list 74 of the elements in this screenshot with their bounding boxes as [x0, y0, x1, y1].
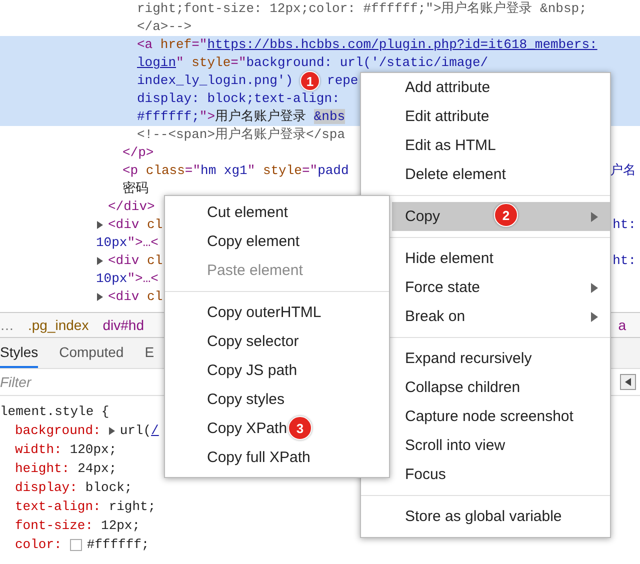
- css-selector: lement.style {: [0, 403, 110, 421]
- code-text: <div cl: [108, 216, 163, 234]
- code-text: login" style="background: url('/static/image/: [137, 54, 488, 72]
- code-text: <div cl: [108, 252, 163, 270]
- code-text: display: block;text-align:: [137, 90, 340, 108]
- breadcrumb-item[interactable]: div#hd: [102, 317, 144, 333]
- css-property: height:: [15, 460, 70, 478]
- css-property: font-size:: [15, 517, 94, 535]
- code-text: ht:: [612, 252, 636, 270]
- menu-item[interactable]: Expand recursively: [392, 344, 610, 373]
- menu-item[interactable]: Break on: [392, 302, 610, 331]
- css-value: block;: [85, 479, 132, 497]
- css-property: background:: [15, 422, 101, 440]
- breadcrumb-item[interactable]: …: [0, 317, 14, 333]
- css-property: display:: [15, 479, 78, 497]
- code-text: right;font-size: 12px;color: #ffffff;">用户名账户登录 &nbsp;: [137, 0, 587, 18]
- menu-item[interactable]: Copy XPath: [207, 420, 288, 437]
- menu-item[interactable]: Hide element: [392, 244, 610, 273]
- expand-triangle-icon[interactable]: [108, 426, 115, 434]
- code-text: index_ly_login.png'): [137, 72, 294, 90]
- code-text: 10px">…<: [96, 270, 158, 288]
- menu-item[interactable]: Copy JS path: [207, 362, 298, 379]
- menu-item[interactable]: Copy selector: [207, 333, 299, 350]
- css-property: width:: [15, 441, 62, 459]
- panel-tab[interactable]: Styles: [0, 338, 38, 368]
- css-property: text-align:: [15, 498, 101, 516]
- color-swatch[interactable]: [70, 538, 82, 550]
- expand-triangle-icon[interactable]: [96, 221, 104, 229]
- menu-item[interactable]: Edit as HTML: [392, 131, 610, 160]
- menu-item[interactable]: Copy element: [207, 233, 300, 250]
- code-text: 10px">…<: [96, 234, 158, 252]
- css-property: color:: [15, 536, 62, 554]
- menu-item[interactable]: Edit attribute: [392, 102, 610, 131]
- submenu-arrow-icon: [591, 312, 598, 322]
- menu-item[interactable]: Copy full XPath: [207, 449, 310, 466]
- code-text: 户名: [610, 162, 636, 180]
- code-text: <div cl: [108, 288, 163, 306]
- left-triangle-icon: [625, 378, 631, 386]
- code-text: </a>-->: [137, 18, 192, 36]
- menu-item[interactable]: Capture node screenshot: [392, 402, 610, 431]
- menu-item[interactable]: Add attribute: [392, 73, 610, 102]
- panel-tab[interactable]: Computed: [59, 338, 124, 368]
- submenu-arrow-icon: [591, 282, 598, 292]
- code-text: ht:: [612, 216, 636, 234]
- menu-item[interactable]: Force state: [392, 273, 610, 302]
- css-value: right;: [108, 498, 156, 516]
- css-value: #ffffff;: [86, 536, 150, 554]
- css-value: 24px;: [78, 460, 117, 478]
- menu-item[interactable]: Focus: [392, 460, 610, 489]
- menu-item[interactable]: Copy styles: [207, 391, 285, 408]
- menu-item[interactable]: Delete element: [392, 160, 610, 189]
- breadcrumb-item[interactable]: .pg_index: [28, 317, 89, 333]
- menu-item[interactable]: Cut element: [207, 204, 288, 221]
- css-value: url(/: [120, 422, 159, 440]
- scroll-left-button[interactable]: [620, 374, 636, 390]
- menu-item[interactable]: Collapse children: [392, 373, 610, 402]
- submenu-arrow-icon: [591, 212, 598, 222]
- code-text: <a href="https://bbs.hcbbs.com/plugin.php?id=it618_members:: [137, 36, 598, 54]
- code-text: <p class="hm xg1" style="padd: [122, 162, 349, 180]
- expand-triangle-icon[interactable]: [96, 293, 104, 301]
- css-value: 120px;: [70, 441, 117, 459]
- css-value: 12px;: [101, 517, 140, 535]
- code-text: 密码: [122, 180, 148, 198]
- panel-tab[interactable]: E: [144, 338, 154, 368]
- code-text: #ffffff;">用户名账户登录 &nbs: [137, 108, 346, 126]
- breadcrumb-item[interactable]: a: [618, 317, 626, 333]
- code-text: repe: [327, 72, 358, 90]
- menu-item[interactable]: Scroll into view: [392, 431, 610, 460]
- menu-item[interactable]: Copy outerHTML: [207, 304, 322, 321]
- expand-triangle-icon[interactable]: [96, 257, 104, 265]
- code-text: </div>: [108, 198, 155, 216]
- menu-item[interactable]: Store as global variable: [392, 502, 610, 531]
- code-text: <!--<span>用户名账户登录</spa: [137, 126, 346, 144]
- code-text: </p>: [122, 144, 154, 162]
